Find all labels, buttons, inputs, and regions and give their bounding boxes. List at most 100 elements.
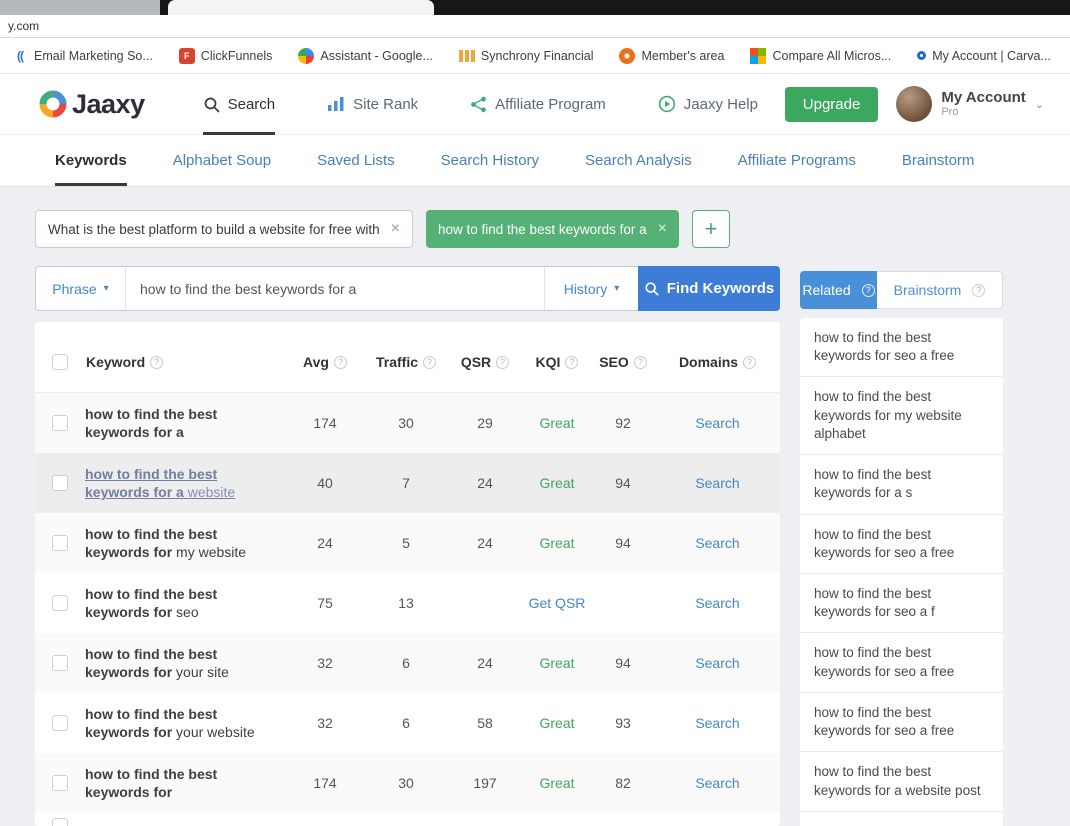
address-bar[interactable]: y.com — [0, 15, 1070, 38]
row-checkbox[interactable] — [52, 775, 68, 791]
chevron-down-icon: ▾ — [614, 283, 620, 294]
find-keywords-button[interactable]: Find Keywords — [638, 266, 780, 311]
tab-saved-lists[interactable]: Saved Lists — [317, 135, 395, 186]
bookmark-clickfunnels[interactable]: F ClickFunnels — [178, 47, 272, 64]
avg-cell: 32 — [317, 655, 333, 671]
nav-affiliate-program[interactable]: Affiliate Program — [470, 74, 606, 135]
bookmark-my-account[interactable]: My Account | Carva... — [917, 49, 1051, 63]
row-checkbox[interactable] — [52, 535, 68, 551]
tab-search-history[interactable]: Search History — [441, 135, 539, 186]
keyword-link[interactable]: how to find the best keywords for a webs… — [85, 465, 285, 501]
tab-affiliate-programs[interactable]: Affiliate Programs — [738, 135, 856, 186]
qsr-cell: 24 — [477, 655, 493, 671]
row-checkbox[interactable] — [52, 715, 68, 731]
tab-keywords[interactable]: Keywords — [55, 135, 127, 186]
domains-search-link[interactable]: Search — [655, 415, 780, 431]
phrase-dropdown[interactable]: Phrase ▾ — [36, 267, 126, 310]
related-keyword-item[interactable]: how to find the best keywords for seo a … — [800, 515, 1003, 574]
related-keyword-item[interactable]: how to find the best keywords for a nich… — [800, 812, 1003, 826]
suggestion-panel-tabs: Related ? Brainstorm ? — [800, 271, 1003, 309]
keyword-search-input[interactable] — [126, 267, 544, 310]
results-table: Keyword? Avg? Traffic? QSR? KQI? SEO? Do… — [35, 322, 780, 826]
seo-cell: 92 — [615, 415, 631, 431]
row-checkbox[interactable] — [52, 655, 68, 671]
row-checkbox[interactable] — [52, 415, 68, 431]
row-checkbox[interactable] — [52, 595, 68, 611]
email-marketing-icon: (( — [17, 48, 24, 63]
browser-tab-inactive[interactable] — [0, 0, 160, 15]
qsr-cell: 58 — [477, 715, 493, 731]
jaaxy-logo[interactable]: Jaaxy — [38, 89, 145, 120]
keyword-cell: how to find the best keywords for your w… — [85, 705, 255, 740]
domains-search-link[interactable]: Search — [655, 655, 780, 671]
add-search-button[interactable]: + — [691, 210, 730, 248]
bookmark-email-marketing[interactable]: ((Email Marketing So... — [12, 48, 153, 64]
google-assistant-icon — [298, 47, 315, 64]
row-checkbox[interactable] — [52, 818, 68, 826]
nav-jaaxy-help[interactable]: Jaaxy Help — [658, 74, 758, 135]
domains-search-link[interactable]: Search — [655, 775, 780, 791]
table-row: how to find the best keywords for 174 30… — [35, 753, 780, 813]
account-circle-icon — [917, 51, 927, 60]
avg-cell: 174 — [313, 775, 337, 791]
upgrade-button[interactable]: Upgrade — [784, 86, 879, 122]
traffic-cell: 13 — [398, 595, 414, 611]
history-dropdown[interactable]: History ▾ — [544, 267, 638, 310]
col-seo: SEO? — [591, 354, 655, 370]
col-kqi: KQI? — [523, 354, 591, 370]
chevron-down-icon: ▾ — [103, 283, 109, 294]
table-row: how to find the best keywords for a 174 … — [35, 393, 780, 453]
related-keyword-item[interactable]: how to find the best keywords for my web… — [800, 377, 1003, 456]
tab-brainstorm-panel[interactable]: Brainstorm ? — [877, 271, 1003, 309]
browser-tab-active[interactable] — [168, 0, 434, 15]
domains-search-link[interactable]: Search — [655, 595, 780, 611]
search-chip[interactable]: What is the best platform to build a web… — [35, 210, 413, 248]
bookmark-synchrony[interactable]: Synchrony Financial — [458, 49, 593, 63]
col-domains: Domains? — [655, 354, 780, 370]
close-icon[interactable]: × — [658, 221, 667, 237]
tab-alphabet-soup[interactable]: Alphabet Soup — [173, 135, 271, 186]
search-bar: Phrase ▾ History ▾ Find Keywords — [35, 266, 780, 311]
nav-search[interactable]: Search — [202, 74, 276, 135]
tab-search-analysis[interactable]: Search Analysis — [585, 135, 692, 186]
bookmark-assistant[interactable]: Assistant - Google... — [298, 47, 433, 64]
seo-cell: 82 — [615, 775, 631, 791]
table-row: how to find the best keywords for seo 75… — [35, 573, 780, 633]
row-checkbox[interactable] — [52, 475, 68, 491]
get-qsr-link[interactable]: Get QSR — [523, 595, 591, 611]
bookmark-members-area[interactable]: Member's area — [619, 47, 724, 64]
play-circle-icon — [658, 95, 675, 113]
kqi-cell: Great — [539, 775, 575, 791]
keyword-cell: how to find the best keywords for a — [85, 405, 218, 440]
domains-search-link[interactable]: Search — [655, 715, 780, 731]
related-keyword-item[interactable]: how to find the best keywords for seo a … — [800, 574, 1003, 634]
related-keyword-item[interactable]: how to find the best keywords for seo a … — [800, 633, 1003, 693]
keyword-cell: how to find the best keywords for seo — [85, 585, 218, 620]
related-keyword-item[interactable]: how to find the best keywords for a s — [800, 455, 1003, 515]
col-traffic: Traffic? — [365, 354, 447, 370]
chevron-down-icon: ⌄ — [1034, 98, 1044, 111]
related-keyword-item[interactable]: how to find the best keywords for seo a … — [800, 693, 1003, 753]
related-keyword-item[interactable]: how to find the best keywords for seo a … — [800, 318, 1003, 378]
col-keyword: Keyword? — [85, 354, 285, 370]
domains-search-link[interactable]: Search — [655, 475, 780, 491]
tab-brainstorm[interactable]: Brainstorm — [902, 135, 975, 186]
help-icon: ? — [565, 355, 579, 369]
domains-search-link[interactable]: Search — [655, 535, 780, 551]
select-all-checkbox[interactable] — [52, 354, 68, 370]
avatar — [896, 86, 933, 122]
avg-cell: 75 — [317, 595, 333, 611]
tab-related[interactable]: Related ? — [800, 271, 877, 309]
kqi-cell: Great — [539, 715, 575, 731]
traffic-cell: 7 — [402, 475, 410, 491]
nav-site-rank[interactable]: Site Rank — [327, 74, 418, 135]
help-icon: ? — [633, 355, 647, 369]
keyword-cell: how to find the best keywords for my web… — [85, 525, 247, 560]
account-menu[interactable]: My Account Pro ⌄ — [896, 86, 1044, 122]
related-keyword-item[interactable]: how to find the best keywords for a webs… — [800, 752, 1003, 812]
bookmark-compare-microsoft[interactable]: Compare All Micros... — [750, 47, 891, 64]
avg-cell: 32 — [317, 715, 333, 731]
search-chip-active[interactable]: how to find the best keywords for a × — [426, 210, 679, 248]
keyword-cell: how to find the best keywords for — [85, 765, 218, 800]
close-icon[interactable]: × — [391, 221, 400, 237]
